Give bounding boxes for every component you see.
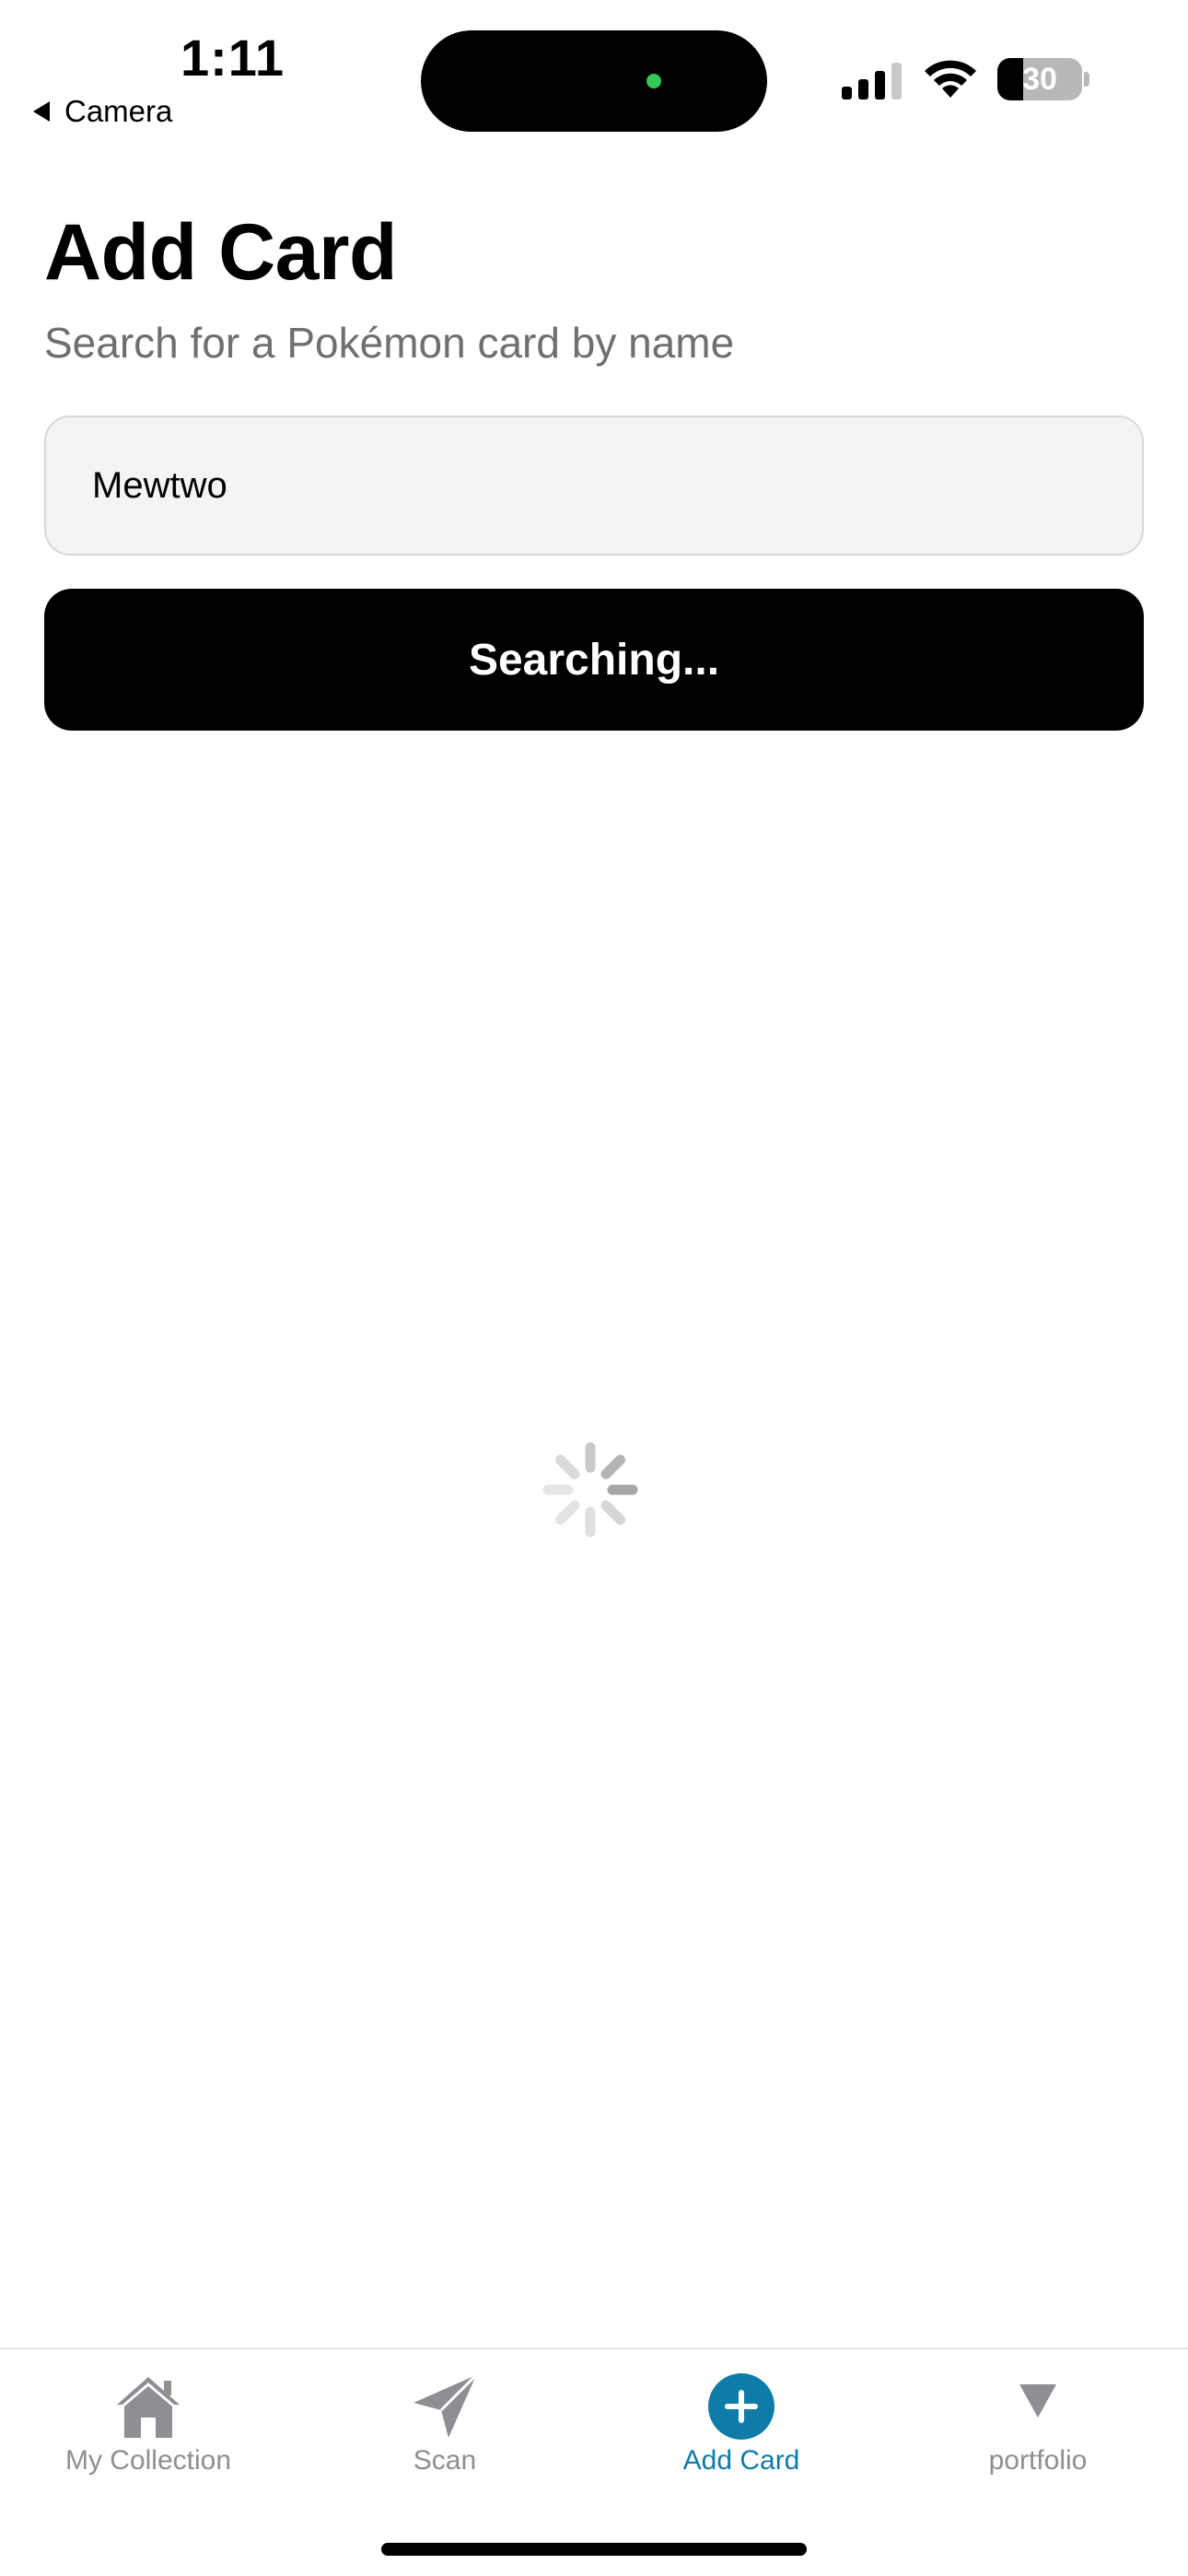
triangle-down-icon [1019,2384,1056,2418]
tab-label-my-collection: My Collection [64,2445,232,2476]
battery-cap [1084,72,1089,87]
page-subtitle: Search for a Pokémon card by name [44,319,735,367]
tab-label-scan: Scan [413,2445,477,2476]
tab-scan[interactable]: Scan [297,2349,593,2497]
wifi-icon [925,60,976,98]
tab-add-card[interactable]: Add Card [593,2349,890,2497]
status-time: 1:11 [181,29,285,87]
tab-bar: My Collection Scan Add Card portfolio [0,2348,1188,2576]
plus-circle-icon [708,2373,775,2440]
page-title: Add Card [44,208,398,297]
battery-icon: 30 [997,58,1082,100]
tab-label-add-card: Add Card [682,2445,800,2476]
cellular-signal-icon [842,63,902,100]
back-link-label: Camera [64,94,173,128]
home-indicator[interactable] [381,2543,807,2556]
tab-portfolio[interactable]: portfolio [890,2349,1186,2497]
house-icon [117,2377,180,2438]
tab-my-collection[interactable]: My Collection [0,2349,297,2497]
card-name-search-input[interactable] [44,416,1144,556]
paperplane-icon [413,2373,478,2438]
battery-level: 30 [1022,61,1057,97]
camera-indicator-dot [646,74,661,88]
back-to-camera-link[interactable]: Camera [33,94,172,129]
dynamic-island [421,30,767,132]
add-card-screen: 1:11 Camera 30 Add Card Search for a Pok… [0,0,1188,2576]
back-triangle-icon [33,101,50,122]
loading-spinner-icon [542,1442,638,1538]
tab-label-portfolio: portfolio [988,2445,1088,2476]
search-button[interactable]: Searching... [44,589,1144,731]
